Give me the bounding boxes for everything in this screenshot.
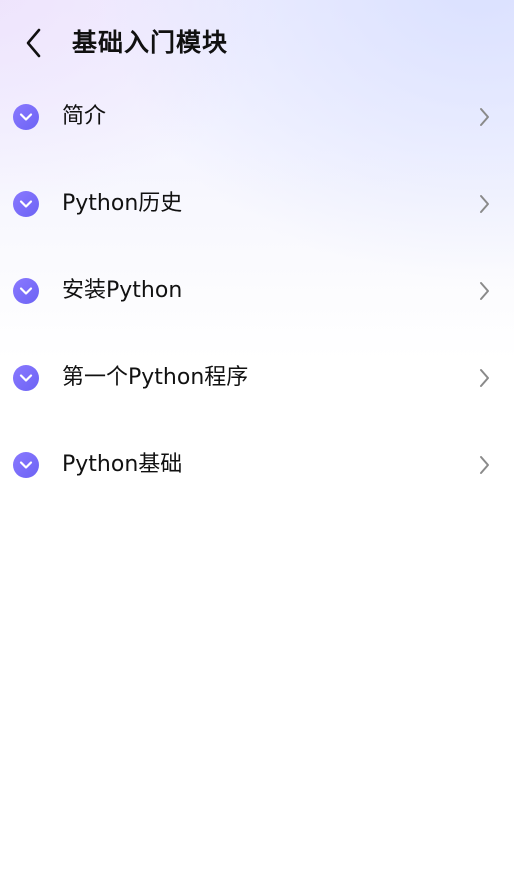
page-title: 基础入门模块 (72, 28, 229, 57)
list-item[interactable]: Python历史 (0, 160, 514, 247)
list-item-label: 简介 (62, 104, 107, 129)
list-item[interactable]: Python基础 (0, 421, 514, 508)
back-button[interactable] (14, 24, 54, 62)
expand-circle-icon (13, 452, 39, 478)
expand-circle-icon (13, 365, 39, 391)
list-item[interactable]: 第一个Python程序 (0, 334, 514, 421)
chevron-right-icon (474, 106, 494, 128)
chevron-left-icon (26, 28, 41, 58)
expand-circle-icon (13, 278, 39, 304)
expand-circle-icon (13, 191, 39, 217)
expand-circle-icon (13, 104, 39, 130)
chevron-right-icon (474, 193, 494, 215)
list-item[interactable]: 简介 (0, 73, 514, 160)
chevron-right-icon (474, 280, 494, 302)
chevron-right-icon (474, 367, 494, 389)
list-item-label: 安装Python (62, 278, 183, 303)
list-item[interactable]: 安装Python (0, 247, 514, 334)
module-list: 简介 Python历史 安装Python 第一个Python程序 Python基… (0, 73, 514, 508)
list-item-label: Python基础 (62, 452, 183, 477)
list-item-label: Python历史 (62, 191, 183, 216)
list-item-label: 第一个Python程序 (62, 365, 249, 390)
chevron-right-icon (474, 454, 494, 476)
